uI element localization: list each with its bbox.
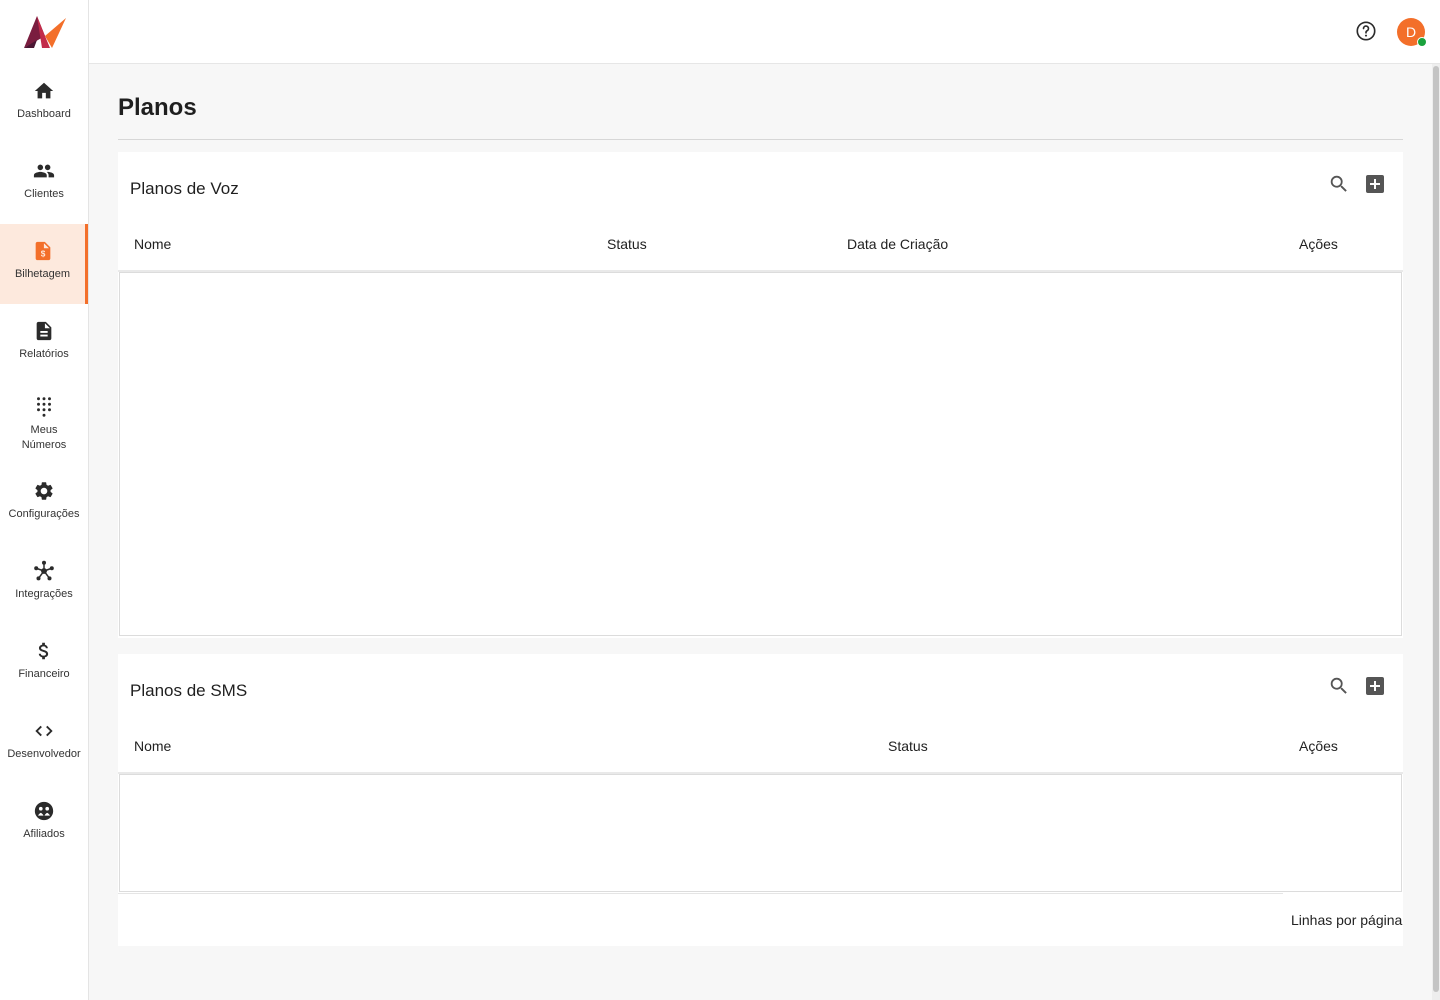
column-header-data-criacao[interactable]: Data de Criação	[847, 236, 948, 252]
document-icon	[36, 321, 52, 341]
column-header-status[interactable]: Status	[888, 738, 928, 754]
sidebar-item-label: Integrações	[15, 588, 73, 600]
add-plan-icon[interactable]	[1365, 676, 1385, 696]
brand-logo[interactable]	[22, 14, 68, 50]
gear-icon	[35, 482, 53, 500]
sidebar-item-configuracoes[interactable]: Configurações	[0, 480, 88, 560]
sidebar-item-label: Desenvolvedor	[7, 748, 81, 760]
voice-plans-title: Planos de Voz	[130, 179, 239, 198]
column-header-acoes: Ações	[1299, 738, 1338, 754]
column-header-nome[interactable]: Nome	[134, 738, 171, 754]
svg-text:$: $	[40, 250, 45, 259]
online-status-dot	[1417, 37, 1427, 47]
sidebar-item-label: Dashboard	[17, 108, 71, 120]
scrollbar-thumb[interactable]	[1433, 66, 1439, 992]
code-icon	[35, 725, 53, 737]
search-icon[interactable]	[1328, 173, 1350, 195]
sidebar-item-label: Financeiro	[18, 668, 70, 680]
column-header-status[interactable]: Status	[607, 236, 647, 252]
help-icon[interactable]	[1355, 20, 1377, 42]
sidebar-item-label: Meus Números	[21, 424, 67, 451]
avatar[interactable]: D	[1397, 18, 1427, 47]
invoice-icon: $	[35, 241, 50, 261]
avatar-initial: D	[1405, 24, 1417, 40]
add-plan-icon[interactable]	[1365, 174, 1385, 194]
sidebar-item-label: Configurações	[8, 508, 80, 520]
users-icon	[33, 164, 55, 178]
column-header-acoes: Ações	[1299, 236, 1338, 252]
sidebar-item-label: Relatórios	[19, 348, 69, 360]
search-icon[interactable]	[1328, 675, 1350, 697]
sidebar-item-integracoes[interactable]: Integrações	[0, 560, 88, 640]
sidebar-item-financeiro[interactable]: Financeiro	[0, 640, 88, 720]
sidebar-item-relatorios[interactable]: Relatórios	[0, 320, 88, 400]
sms-plans-table-body	[119, 774, 1402, 892]
title-divider	[118, 139, 1403, 140]
sidebar-item-dashboard[interactable]: Dashboard	[0, 80, 88, 160]
voice-plans-card: Planos de Voz Nome Status Data de Criaçã…	[118, 152, 1403, 638]
sidebar-item-meus-numeros[interactable]: Meus Números	[0, 396, 88, 466]
sidebar-item-afiliados[interactable]: Afiliados	[0, 800, 88, 880]
page-title: Planos	[118, 94, 197, 121]
dialpad-icon	[37, 397, 51, 417]
home-icon	[34, 82, 54, 99]
hub-icon	[34, 560, 54, 581]
sidebar-item-label: Clientes	[24, 188, 64, 200]
dollar-icon	[38, 642, 49, 660]
sidebar: Dashboard Clientes $ Bilhetagem Relatóri…	[0, 0, 89, 1000]
affiliate-icon	[34, 801, 54, 821]
sidebar-item-label: Afiliados	[23, 828, 65, 840]
sms-plans-card: Planos de SMS Nome Status Ações Linhas p…	[118, 654, 1403, 946]
top-bar: D	[89, 0, 1440, 64]
column-header-nome[interactable]: Nome	[134, 236, 171, 252]
sidebar-item-label: Bilhetagem	[14, 268, 71, 280]
sidebar-item-bilhetagem[interactable]: $ Bilhetagem	[0, 224, 88, 304]
sidebar-item-desenvolvedor[interactable]: Desenvolvedor	[0, 720, 88, 800]
voice-plans-table-body	[119, 272, 1402, 636]
rows-per-page-label: Linhas por página	[1291, 912, 1403, 928]
sms-plans-title: Planos de SMS	[130, 681, 248, 700]
pagination-divider	[118, 893, 1283, 894]
